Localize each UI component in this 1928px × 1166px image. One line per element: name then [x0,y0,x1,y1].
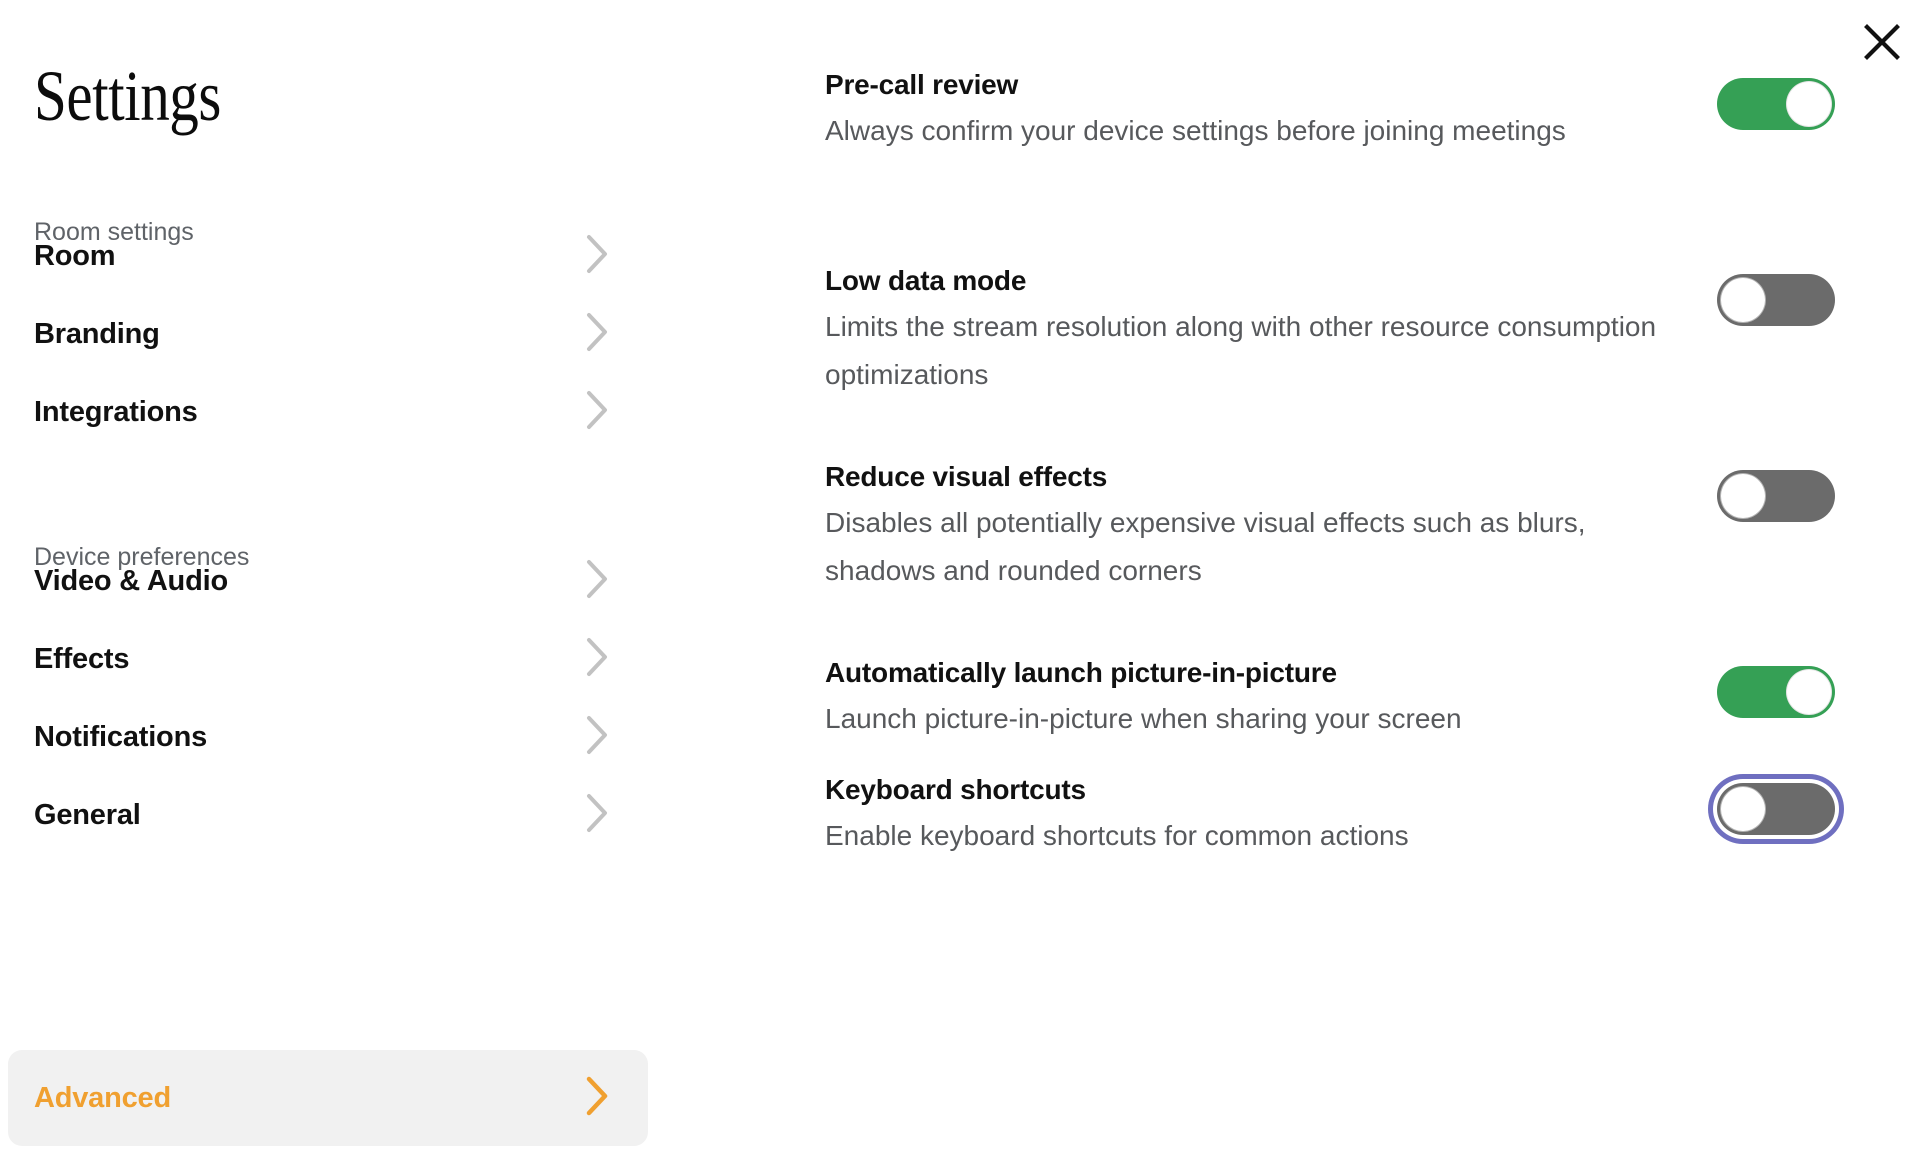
settings-content-panel: Pre-call review Always confirm your devi… [825,0,1835,1166]
toggle-reduce-visual-effects[interactable] [1717,470,1835,522]
sidebar-item-label: Effects [34,642,130,675]
setting-description: Launch picture-in-picture when sharing y… [825,703,1462,734]
setting-description: Disables all potentially expensive visua… [825,507,1586,586]
setting-text: Automatically launch picture-in-picture … [825,656,1685,743]
toggle-knob [1720,277,1766,323]
toggle-slot [1715,773,1835,835]
setting-row-pre-call-review: Pre-call review Always confirm your devi… [825,68,1835,155]
setting-description: Always confirm your device settings befo… [825,115,1566,146]
toggle-slot [1715,460,1835,522]
toggle-slot [1715,264,1835,326]
setting-row-low-data-mode: Low data mode Limits the stream resoluti… [825,264,1835,399]
sidebar-item-label: General [34,798,141,831]
setting-row-keyboard-shortcuts: Keyboard shortcuts Enable keyboard short… [825,773,1835,860]
setting-title: Automatically launch picture-in-picture [825,657,1337,688]
sidebar-item-label: Branding [34,317,160,350]
toggle-knob [1786,669,1832,715]
toggle-knob [1720,473,1766,519]
close-icon [1863,23,1901,61]
chevron-right-icon [584,233,610,280]
chevron-right-icon [584,558,610,605]
sidebar-item-label: Video & Audio [34,564,228,597]
toggle-automatically-launch-picture-in-picture[interactable] [1717,666,1835,718]
toggle-slot [1715,68,1835,130]
setting-description: Limits the stream resolution along with … [825,311,1657,390]
setting-text: Keyboard shortcuts Enable keyboard short… [825,773,1685,860]
chevron-right-icon [584,311,610,358]
setting-text: Pre-call review Always confirm your devi… [825,68,1685,155]
setting-text: Reduce visual effects Disables all poten… [825,460,1685,595]
sidebar-item-general[interactable]: General [8,767,648,863]
toggle-knob [1720,786,1766,832]
sidebar-item-label: Integrations [34,395,198,428]
toggle-low-data-mode[interactable] [1717,274,1835,326]
chevron-right-icon [584,714,610,761]
sidebar-item-integrations[interactable]: Integrations [8,364,648,460]
setting-title: Pre-call review [825,69,1019,100]
setting-row-reduce-visual-effects: Reduce visual effects Disables all poten… [825,460,1835,595]
setting-description: Enable keyboard shortcuts for common act… [825,820,1409,851]
chevron-right-icon [584,389,610,436]
settings-dialog: Settings Room settings Room Branding Int… [0,0,1928,1166]
sidebar-item-label: Advanced [34,1081,171,1114]
toggle-knob [1786,81,1832,127]
toggle-slot [1715,656,1835,718]
toggle-keyboard-shortcuts[interactable] [1717,783,1835,835]
page-title: Settings [34,56,221,136]
sidebar-item-label: Notifications [34,720,208,753]
setting-title: Reduce visual effects [825,461,1108,492]
setting-row-automatically-launch-picture-in-picture: Automatically launch picture-in-picture … [825,656,1835,743]
sidebar-item-advanced[interactable]: Advanced [8,1050,648,1146]
chevron-right-icon [584,1075,610,1122]
setting-title: Low data mode [825,265,1027,296]
close-button[interactable] [1850,10,1914,74]
settings-sidebar: Settings Room settings Room Branding Int… [0,0,660,1166]
toggle-pre-call-review[interactable] [1717,78,1835,130]
chevron-right-icon [584,636,610,683]
sidebar-item-label: Room [34,239,116,272]
setting-title: Keyboard shortcuts [825,774,1086,805]
chevron-right-icon [584,792,610,839]
setting-text: Low data mode Limits the stream resoluti… [825,264,1685,399]
